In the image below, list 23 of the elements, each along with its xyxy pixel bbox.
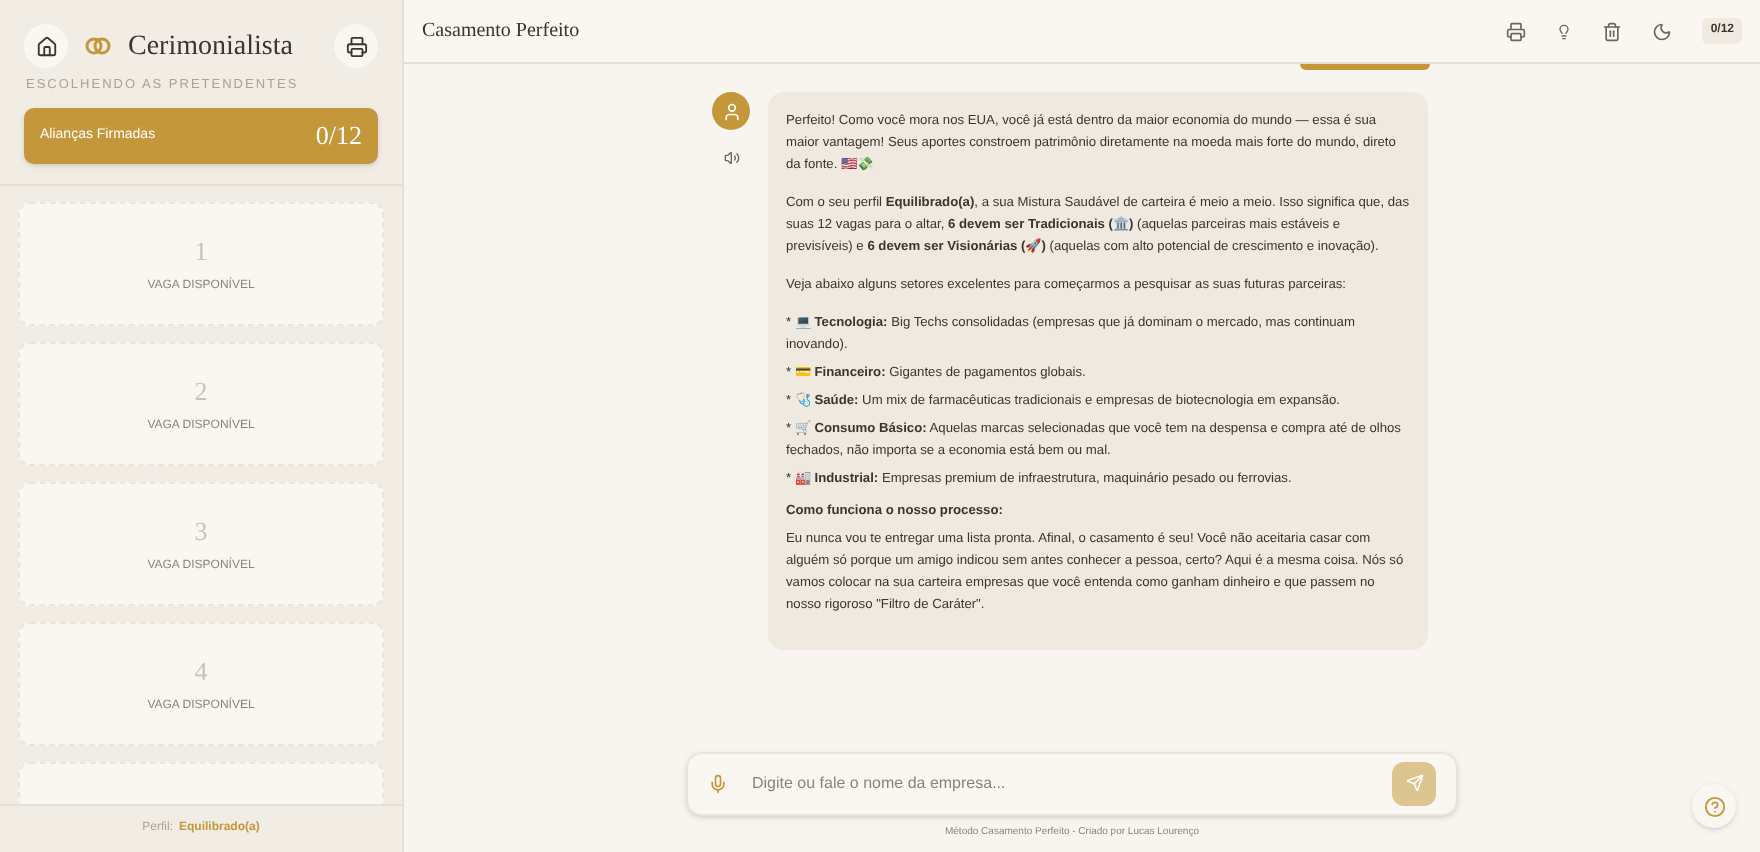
company-input[interactable]: Digite ou fale o nome da empresa...: [752, 771, 1368, 795]
print-button[interactable]: [334, 24, 378, 68]
slot-number: 3: [194, 514, 208, 550]
help-icon: [1703, 795, 1725, 817]
app-title: Cerimonialista: [128, 29, 293, 65]
home-button[interactable]: [24, 24, 68, 68]
assistant-avatar: [712, 92, 750, 130]
moon-icon[interactable]: [1652, 21, 1673, 41]
page-title: Casamento Perfeito: [422, 18, 580, 46]
print-icon[interactable]: [1506, 21, 1527, 41]
home-icon: [35, 35, 57, 57]
speaker-icon[interactable]: [723, 150, 739, 166]
send-icon: [1405, 774, 1423, 792]
rings-icon: [84, 36, 112, 56]
lightbulb-icon[interactable]: [1556, 23, 1573, 39]
slot-number: 1: [194, 234, 208, 270]
progress-count: 0/12: [315, 118, 362, 154]
slot-number: 2: [194, 374, 208, 410]
slot-number: 4: [194, 654, 208, 690]
scroll-indicator: [1300, 64, 1430, 70]
printer-icon: [345, 35, 367, 57]
message-input[interactable]: Digite ou fale o nome da empresa...: [686, 751, 1458, 815]
trash-icon[interactable]: [1602, 21, 1623, 41]
